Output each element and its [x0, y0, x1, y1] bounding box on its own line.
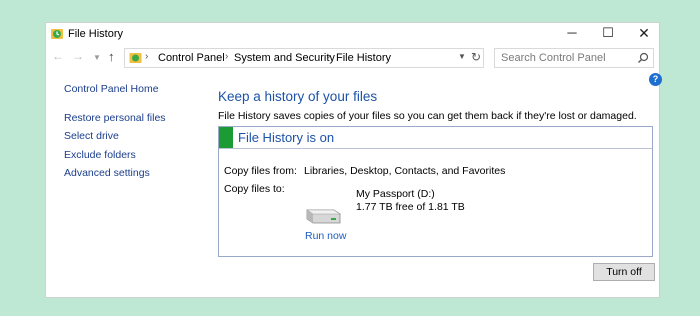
- status-header: File History is on: [219, 127, 652, 149]
- sidebar-control-panel-home[interactable]: Control Panel Home: [64, 83, 159, 95]
- breadcrumb-separator-icon: ›: [225, 51, 229, 62]
- status-text: File History is on: [238, 130, 335, 145]
- maximize-button[interactable]: ☐: [592, 23, 624, 45]
- back-arrow-icon[interactable]: ←: [52, 49, 64, 63]
- window-title: File History: [68, 28, 124, 40]
- close-button[interactable]: ✕: [628, 23, 660, 45]
- recent-locations-chevron-icon[interactable]: ▼: [93, 53, 101, 62]
- search-placeholder: Search Control Panel: [501, 52, 606, 64]
- page-title: Keep a history of your files: [218, 89, 378, 104]
- page-description: File History saves copies of your files …: [218, 110, 637, 122]
- address-bar[interactable]: › Control Panel › System and Security › …: [124, 48, 484, 68]
- external-drive-icon: [306, 209, 341, 224]
- run-now-link[interactable]: Run now: [305, 230, 346, 242]
- breadcrumb-file-history[interactable]: File History: [336, 52, 391, 64]
- address-row: ← → ▼ ↑ › Control Panel › System and Sec…: [46, 47, 659, 69]
- file-history-window: File History ─ ☐ ✕ ← → ▼ ↑ › Control Pan…: [45, 22, 662, 298]
- sidebar-item-advanced-settings[interactable]: Advanced settings: [64, 167, 150, 179]
- sidebar-item-exclude-folders[interactable]: Exclude folders: [64, 149, 136, 161]
- copy-from-label: Copy files from:: [224, 165, 297, 177]
- breadcrumb-control-panel[interactable]: Control Panel: [158, 52, 225, 64]
- drive-free-space: 1.77 TB free of 1.81 TB: [356, 201, 465, 213]
- up-arrow-icon[interactable]: ↑: [108, 49, 115, 64]
- refresh-icon[interactable]: ↻: [471, 50, 481, 64]
- drive-name: My Passport (D:): [356, 188, 435, 200]
- turn-off-button[interactable]: Turn off: [593, 263, 655, 281]
- help-icon[interactable]: ?: [649, 73, 662, 86]
- copy-to-label: Copy files to:: [224, 183, 285, 195]
- status-panel: File History is on Copy files from: Libr…: [218, 126, 653, 257]
- search-input[interactable]: Search Control Panel: [494, 48, 654, 68]
- minimize-button[interactable]: ─: [556, 23, 588, 45]
- sidebar-item-restore-personal-files[interactable]: Restore personal files: [64, 112, 166, 124]
- breadcrumb-separator-icon: ›: [145, 51, 149, 62]
- address-dropdown-chevron-icon[interactable]: ▼: [458, 52, 466, 61]
- breadcrumb-separator-icon: ›: [327, 51, 331, 62]
- file-history-icon: [51, 29, 63, 39]
- sidebar-item-select-drive[interactable]: Select drive: [64, 130, 119, 142]
- status-indicator-bar: [219, 127, 233, 148]
- search-icon[interactable]: [637, 52, 649, 64]
- breadcrumb-system-and-security[interactable]: System and Security: [234, 52, 335, 64]
- forward-arrow-icon[interactable]: →: [72, 49, 84, 63]
- copy-from-value: Libraries, Desktop, Contacts, and Favori…: [304, 165, 506, 177]
- title-bar: File History ─ ☐ ✕: [46, 23, 659, 45]
- control-panel-icon: [129, 53, 142, 63]
